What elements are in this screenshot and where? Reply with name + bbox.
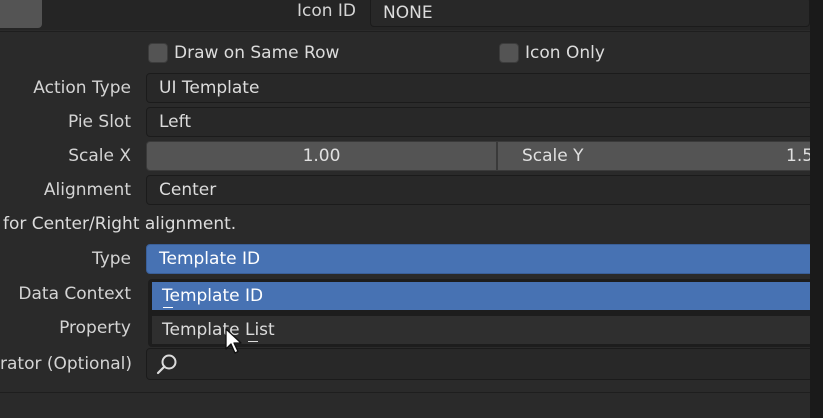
icon-id-label: Icon ID	[296, 1, 356, 21]
action-type-label: Action Type	[33, 78, 131, 98]
property-label: Property	[59, 318, 131, 338]
scale-x-label: Scale X	[68, 146, 131, 166]
menu-item-template-id[interactable]: Template ID	[152, 282, 823, 310]
type-label: Type	[91, 249, 131, 269]
icon-only-checkbox[interactable]	[499, 43, 519, 63]
action-type-dropdown[interactable]: UI Template	[146, 73, 814, 103]
bottom-divider	[0, 392, 823, 393]
pie-slot-dropdown[interactable]: Left	[146, 107, 814, 137]
underline-t	[163, 307, 173, 308]
draw-same-row-checkbox[interactable]	[148, 43, 168, 63]
operator-search-field[interactable]	[146, 348, 814, 380]
right-scroll-edge[interactable]	[810, 0, 823, 418]
type-dropdown[interactable]: Template ID	[146, 244, 814, 274]
header-divider	[0, 31, 823, 32]
scale-y-label: Scale Y	[522, 146, 584, 166]
scale-y-field[interactable]: Scale Y 1.5	[497, 141, 814, 171]
icon-only-label: Icon Only	[525, 43, 605, 63]
operator-label: rator (Optional)	[0, 354, 133, 374]
data-context-label: Data Context	[18, 284, 131, 304]
draw-same-row-label: Draw on Same Row	[174, 43, 340, 63]
pie-slot-label: Pie Slot	[67, 112, 131, 132]
alignment-note: for Center/Right alignment.	[3, 214, 237, 234]
icon-id-field[interactable]: NONE	[370, 0, 810, 27]
mouse-pointer-icon	[224, 327, 246, 360]
search-icon	[155, 352, 179, 379]
menu-item-template-list[interactable]: Template List	[152, 316, 823, 344]
alignment-label: Alignment	[43, 180, 131, 200]
scale-x-field[interactable]: 1.00	[146, 141, 497, 171]
scale-y-value: 1.5	[786, 146, 814, 166]
top-left-button[interactable]	[0, 0, 42, 28]
alignment-dropdown[interactable]: Center	[146, 175, 814, 205]
underline-l	[248, 341, 258, 342]
